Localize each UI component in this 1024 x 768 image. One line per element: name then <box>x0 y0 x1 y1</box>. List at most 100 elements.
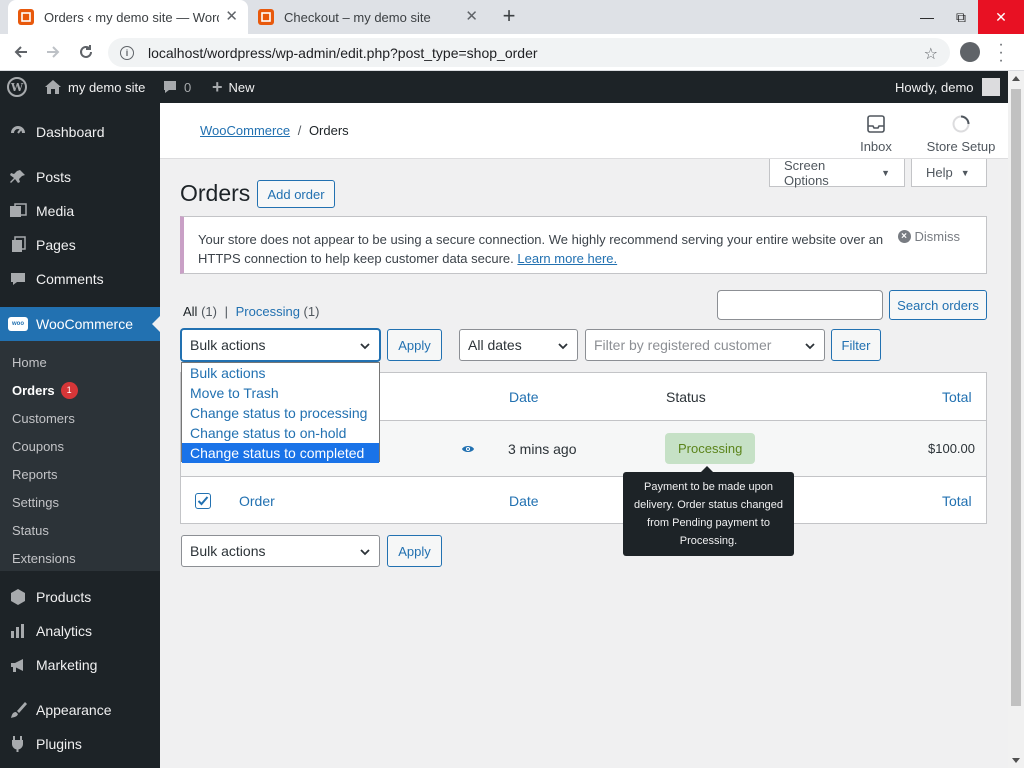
submenu-item-settings[interactable]: Settings <box>12 492 59 512</box>
media-icon <box>0 202 36 220</box>
status-filter-links: All (1) | Processing (1) <box>183 304 319 319</box>
sidebar-item-label: Posts <box>36 169 72 185</box>
forward-arrow-icon[interactable] <box>42 41 64 63</box>
apply-button[interactable]: Apply <box>387 329 442 361</box>
breadcrumb-separator: / <box>297 123 302 138</box>
filter-button[interactable]: Filter <box>831 329 881 361</box>
bulk-actions-select[interactable]: Bulk actions <box>181 329 380 361</box>
new-label: New <box>228 79 255 95</box>
sidebar-item-media[interactable]: Media <box>0 194 160 228</box>
browser-tab-title: Orders ‹ my demo site — WordPress <box>44 9 219 25</box>
submenu-item-extensions[interactable]: Extensions <box>12 548 76 568</box>
minimize-icon[interactable]: — <box>910 0 944 34</box>
sidebar-item-comments[interactable]: Comments <box>0 262 160 296</box>
profile-icon[interactable] <box>960 42 980 62</box>
star-icon[interactable]: ☆ <box>924 44 938 64</box>
window-close-icon[interactable]: ✕ <box>978 0 1024 34</box>
help-button[interactable]: Help ▼ <box>911 159 987 187</box>
customer-filter-placeholder: Filter by registered customer <box>594 337 772 353</box>
woo-icon: woo <box>0 317 36 331</box>
info-icon[interactable]: i <box>120 45 134 60</box>
screen-options-label: Screen Options <box>784 157 829 188</box>
submenu-item-home[interactable]: Home <box>12 352 47 372</box>
breadcrumb-woocommerce-link[interactable]: WooCommerce <box>200 123 290 138</box>
order-date: 3 mins ago <box>508 440 577 457</box>
breadcrumb: WooCommerce / Orders <box>200 123 349 138</box>
submenu-item-customers[interactable]: Customers <box>12 408 75 428</box>
inbox-button[interactable]: Inbox <box>857 113 895 154</box>
page-scrollbar[interactable] <box>1008 71 1024 768</box>
screen-options-button[interactable]: Screen Options ▼ <box>769 157 905 188</box>
bulk-option-bulk-actions[interactable]: Bulk actions <box>182 363 379 383</box>
submenu-item-label: Orders <box>12 382 55 398</box>
select-all-checkbox[interactable] <box>195 477 211 524</box>
bulk-option-completed[interactable]: Change status to completed <box>182 443 379 463</box>
url-text: localhost/wordpress/wp-admin/edit.php?po… <box>148 44 538 61</box>
bulk-option-on-hold[interactable]: Change status to on-hold <box>182 423 379 443</box>
customer-filter-select[interactable]: Filter by registered customer <box>585 329 825 361</box>
brush-icon <box>0 701 36 719</box>
sidebar-item-appearance[interactable]: Appearance <box>0 693 160 727</box>
column-date-header[interactable]: Date <box>509 373 539 420</box>
sidebar-item-woocommerce[interactable]: woo WooCommerce <box>0 307 160 341</box>
filter-processing-link[interactable]: Processing <box>236 304 300 319</box>
checkbox-checked-icon <box>195 492 211 509</box>
order-total: $100.00 <box>928 441 975 456</box>
close-icon[interactable]: ✕ <box>225 9 238 25</box>
scroll-up-icon[interactable] <box>1012 76 1020 81</box>
preview-eye-icon[interactable] <box>461 421 475 476</box>
store-setup-button[interactable]: Store Setup <box>926 113 996 154</box>
column-total-footer[interactable]: Total <box>942 477 972 524</box>
sidebar-item-analytics[interactable]: Analytics <box>0 614 160 648</box>
search-orders-input[interactable] <box>717 290 883 320</box>
bottom-apply-button[interactable]: Apply <box>387 535 442 567</box>
new-content-link[interactable]: + New <box>212 71 255 103</box>
sidebar-item-label: Analytics <box>36 623 93 639</box>
add-order-button[interactable]: Add order <box>257 180 335 208</box>
scrollbar-thumb[interactable] <box>1011 89 1021 706</box>
sidebar-item-dashboard[interactable]: Dashboard <box>0 115 160 149</box>
sidebar-item-products[interactable]: Products <box>0 580 160 614</box>
column-status-header: Status <box>666 388 706 405</box>
reload-icon[interactable] <box>75 41 97 63</box>
progress-ring-icon <box>926 113 996 135</box>
back-arrow-icon[interactable] <box>10 41 32 63</box>
date-filter-select[interactable]: All dates <box>459 329 578 361</box>
chevron-down-icon <box>360 343 370 350</box>
my-account-link[interactable]: Howdy, demo <box>895 71 1000 103</box>
browser-tab-checkout[interactable]: Checkout – my demo site ✕ <box>248 0 488 34</box>
bulk-option-processing[interactable]: Change status to processing <box>182 403 379 423</box>
bulk-option-trash[interactable]: Move to Trash <box>182 383 379 403</box>
restore-icon[interactable]: ⧉ <box>944 0 978 34</box>
column-total-header[interactable]: Total <box>942 373 972 420</box>
dashboard-icon <box>0 123 36 141</box>
browser-tab-orders[interactable]: Orders ‹ my demo site — WordPress ✕ <box>8 0 248 34</box>
filter-all-link[interactable]: All <box>183 304 197 319</box>
site-name-link[interactable]: my demo site <box>44 71 145 103</box>
sidebar-item-posts[interactable]: Posts <box>0 160 160 194</box>
wordpress-logo-icon[interactable]: W <box>7 71 27 103</box>
address-bar[interactable]: i localhost/wordpress/wp-admin/edit.php?… <box>108 38 950 67</box>
sidebar-item-pages[interactable]: Pages <box>0 228 160 262</box>
submenu-item-coupons[interactable]: Coupons <box>12 436 64 456</box>
orders-count-badge: 1 <box>60 381 78 399</box>
dismiss-button[interactable]: × Dismiss <box>897 229 960 244</box>
new-tab-button[interactable]: + <box>498 5 520 28</box>
submenu-item-status[interactable]: Status <box>12 520 49 540</box>
scroll-down-icon[interactable] <box>1012 758 1020 763</box>
sidebar-item-marketing[interactable]: Marketing <box>0 648 160 682</box>
submenu-item-orders[interactable]: Orders 1 <box>12 380 78 400</box>
sidebar-item-plugins[interactable]: Plugins <box>0 727 160 761</box>
browser-menu-icon[interactable]: · · · <box>996 37 1006 69</box>
column-order-footer[interactable]: Order <box>239 477 275 524</box>
submenu-item-reports[interactable]: Reports <box>12 464 58 484</box>
learn-more-link[interactable]: Learn more here. <box>517 251 617 266</box>
woocommerce-header: WooCommerce / Orders Inbox Store Setup <box>160 103 1008 159</box>
bottom-bulk-actions-select[interactable]: Bulk actions <box>181 535 380 567</box>
search-orders-button[interactable]: Search orders <box>889 290 987 320</box>
column-date-footer[interactable]: Date <box>509 477 539 524</box>
date-filter-value: All dates <box>468 337 522 353</box>
comments-link[interactable]: 0 <box>162 71 191 103</box>
howdy-text: Howdy, demo <box>895 79 974 95</box>
close-icon[interactable]: ✕ <box>465 9 478 25</box>
